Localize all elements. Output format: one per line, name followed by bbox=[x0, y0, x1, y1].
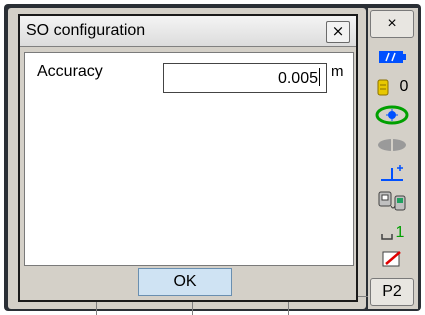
accuracy-unit: m bbox=[331, 63, 344, 80]
dialog-body: Accuracy 0.005 m bbox=[24, 52, 354, 266]
close-icon: × bbox=[387, 15, 397, 32]
dialog-title: SO configuration bbox=[26, 22, 146, 39]
communication-icon[interactable] bbox=[368, 188, 416, 214]
laser-pointer-icon[interactable] bbox=[368, 132, 416, 158]
dialog-close-button[interactable]: × bbox=[326, 21, 350, 43]
close-icon: × bbox=[331, 22, 345, 40]
accuracy-input[interactable]: 0.005 bbox=[163, 63, 327, 93]
page-label: P2 bbox=[382, 283, 402, 300]
ok-button[interactable]: OK bbox=[138, 268, 232, 296]
input-mode-number: 1 bbox=[395, 224, 405, 241]
tilt-icon[interactable] bbox=[368, 102, 416, 128]
page-button[interactable]: P2 bbox=[370, 278, 414, 306]
edit-icon[interactable] bbox=[368, 246, 416, 272]
status-sidebar: × 0 1 P2 bbox=[368, 8, 418, 309]
input-mode-icon[interactable]: 1 bbox=[368, 220, 416, 246]
dialog-title-bar: SO configuration × bbox=[20, 16, 356, 47]
prism-icon bbox=[377, 79, 389, 96]
prism-constant: 0 bbox=[399, 78, 409, 95]
accuracy-label: Accuracy bbox=[37, 63, 103, 80]
so-configuration-dialog: SO configuration × Accuracy 0.005 m OK bbox=[18, 14, 358, 302]
text-caret bbox=[319, 68, 320, 86]
battery-icon bbox=[368, 44, 416, 70]
target-icon[interactable] bbox=[368, 160, 416, 186]
accuracy-value: 0.005 bbox=[277, 70, 318, 87]
sidebar-close-button[interactable]: × bbox=[370, 10, 414, 38]
prism-status[interactable]: 0 bbox=[368, 74, 416, 100]
